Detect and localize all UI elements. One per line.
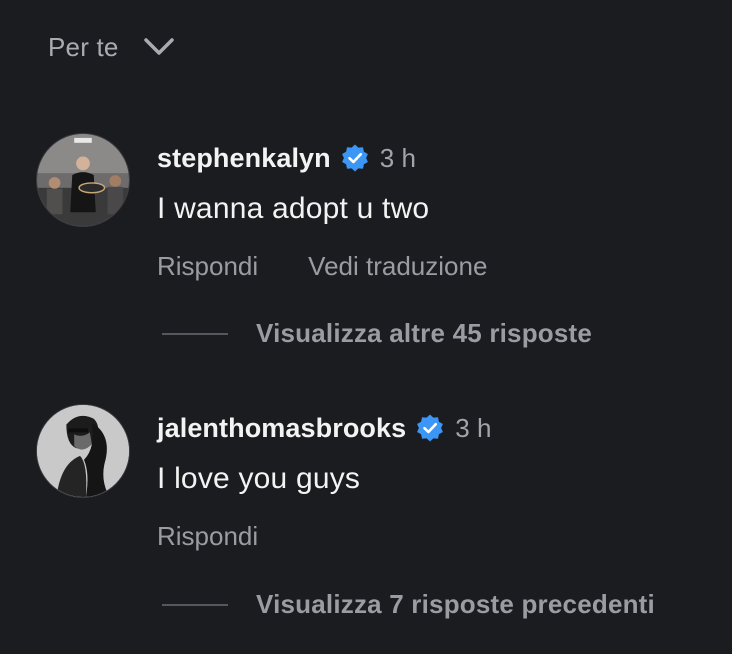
verified-badge-icon [341,144,368,172]
see-translation-button[interactable]: Vedi traduzione [308,251,487,282]
comment-text: I love you guys [157,462,361,495]
view-replies-label: Visualizza altre 45 risposte [256,318,593,348]
comment-actions: Rispondi [157,521,258,552]
comment-timestamp: 3 h [455,412,492,443]
view-replies-button[interactable]: Visualizza altre 45 risposte [162,318,592,349]
avatar[interactable] [36,133,130,227]
chevron-down-icon [143,38,174,55]
view-replies-label: Visualizza 7 risposte precedenti [256,589,655,619]
reply-button[interactable]: Rispondi [157,521,258,552]
sort-filter-dropdown[interactable]: Per te [48,28,175,66]
verified-badge-icon [417,414,444,442]
avatar[interactable] [36,404,130,498]
comment-username[interactable]: stephenkalyn [157,143,331,174]
comment-meta: jalenthomasbrooks 3 h [157,410,491,446]
view-previous-replies-button[interactable]: Visualizza 7 risposte precedenti [162,589,655,620]
comment-timestamp: 3 h [379,142,416,173]
comment-text: I wanna adopt u two [157,192,430,225]
replies-divider [162,332,228,335]
comment-username[interactable]: jalenthomasbrooks [157,413,406,444]
comment-meta: stephenkalyn 3 h [157,140,416,176]
reply-button[interactable]: Rispondi [157,251,258,282]
replies-divider [162,603,228,606]
comment-actions: Rispondi Vedi traduzione [157,251,487,282]
sort-filter-label: Per te [48,31,119,62]
